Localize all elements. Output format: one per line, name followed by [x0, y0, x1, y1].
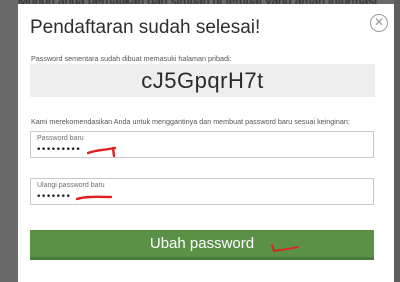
change-password-button[interactable]: Ubah password — [30, 230, 374, 260]
red-check-mark — [271, 244, 299, 253]
new-password-input[interactable] — [36, 144, 356, 156]
confirm-password-field[interactable]: Ulangi password baru — [30, 178, 374, 205]
temp-password-note: Password sementara sudah dibuat memasuki… — [31, 54, 232, 63]
red-scribble-mark — [87, 146, 117, 158]
confirm-password-label: Ulangi password baru — [37, 182, 105, 189]
close-icon[interactable]: ✕ — [370, 14, 388, 32]
red-underline-mark — [75, 195, 113, 201]
new-password-label: Password baru — [37, 135, 84, 142]
temp-password-display: cJ5GpqrH7t — [30, 64, 375, 97]
new-password-field[interactable]: Password baru — [30, 131, 374, 158]
dialog-title: Pendaftaran sudah selesai! — [30, 17, 261, 38]
registration-complete-dialog: Pendaftaran sudah selesai! ✕ Password se… — [18, 4, 394, 282]
overlay-edge — [394, 0, 400, 282]
recommend-note: Kami merekomendasikan Anda untuk menggan… — [31, 117, 350, 126]
change-password-label: Ubah password — [149, 235, 255, 252]
